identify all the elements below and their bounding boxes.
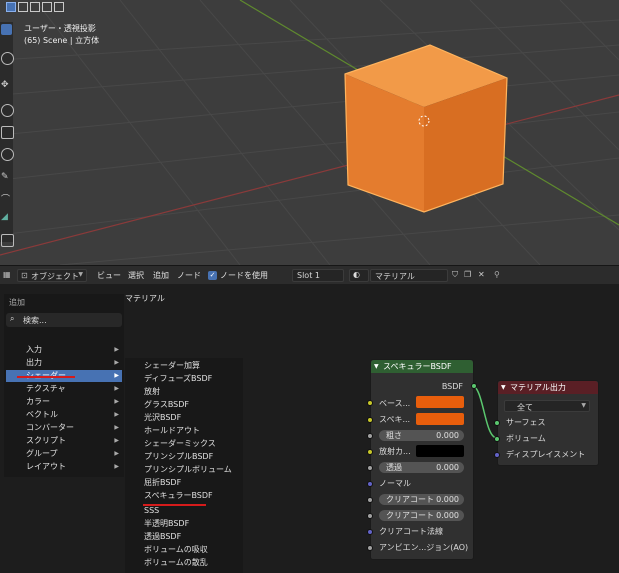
slot-label: Slot 1 <box>297 271 320 280</box>
base-color-swatch[interactable] <box>416 396 464 408</box>
annotate-tool-icon[interactable]: ✎ <box>1 172 12 183</box>
normal-label: ノーマル <box>379 479 411 488</box>
material-sphere-icon: ◐ <box>353 270 360 279</box>
node-editor-header: ▦ ⊡ オブジェクト ▼ ビュー 選択 追加 ノード ✓ ノードを使用 Slot… <box>0 265 619 285</box>
select-subtract-icon[interactable] <box>30 2 40 12</box>
move-tool-icon[interactable]: ✥ <box>1 80 12 91</box>
clearcoat-roughness-socket[interactable] <box>367 513 373 519</box>
x-axis-line <box>0 94 619 256</box>
emission-socket[interactable] <box>367 449 373 455</box>
displacement-label: ディスプレイスメント <box>506 450 586 459</box>
measure-tool-icon[interactable]: ⌒ <box>1 192 12 205</box>
chevron-down-icon: ▼ <box>78 271 83 278</box>
select-intersect-icon[interactable] <box>54 2 64 12</box>
rotate-tool-icon[interactable] <box>1 104 14 117</box>
duplicate-material-icon[interactable]: ❐ <box>464 270 471 279</box>
displacement-socket[interactable] <box>494 452 500 458</box>
editor-type-icon[interactable]: ▦ <box>3 270 11 279</box>
specular-swatch[interactable] <box>416 413 464 425</box>
add-cube-tool-icon[interactable]: ◢ <box>1 212 12 223</box>
collapse-chevron-icon[interactable]: ▼ <box>374 360 379 373</box>
output-target-dropdown[interactable]: 全て ▼ <box>504 400 590 412</box>
ao-socket[interactable] <box>367 545 373 551</box>
ao-label: アンビエン...ジョン(AO) <box>379 543 469 552</box>
tool-shelf: ✥ ✎ ⌒ ◢ <box>0 22 14 247</box>
transform-tool-icon[interactable] <box>1 148 14 161</box>
roughness-field[interactable]: 粗さ 0.000 <box>379 430 464 441</box>
select-difference-icon[interactable] <box>42 2 52 12</box>
specular-node-header[interactable]: ▼ スペキュラーBSDF <box>371 360 473 373</box>
3d-viewport[interactable]: ユーザー・透視投影 (65) Scene | 立方体 ✥ ✎ ⌒ ◢ <box>0 0 619 265</box>
emission-swatch[interactable] <box>416 445 464 457</box>
select-extend-icon[interactable] <box>18 2 28 12</box>
slot-dropdown[interactable]: Slot 1 <box>292 269 344 282</box>
fake-user-shield-icon[interactable]: ⛉ <box>452 270 458 280</box>
mode-dropdown[interactable]: ⊡ オブジェクト ▼ <box>17 269 87 282</box>
output-node-header[interactable]: ▼ マテリアル出力 <box>498 381 598 394</box>
mode-dropdown-label: オブジェクト <box>31 272 79 281</box>
specular-socket[interactable] <box>367 417 373 423</box>
volume-label: ボリューム <box>506 434 546 443</box>
use-nodes-label: ノードを使用 <box>220 271 268 280</box>
viewport-title: ユーザー・透視投影 <box>24 24 96 33</box>
surface-label: サーフェス <box>506 418 546 427</box>
normal-socket[interactable] <box>367 481 373 487</box>
clearcoat-normal-label: クリアコート法線 <box>379 527 443 536</box>
material-name-field[interactable]: マテリアル <box>370 269 448 282</box>
node-editor-canvas[interactable]: マテリアル 追加 ⌕ 検索... 入力▶ 出力▶ シェーダー▶ テクスチャ▶ カ… <box>0 284 619 573</box>
menu-view[interactable]: ビュー <box>97 270 121 281</box>
pin-icon[interactable]: ⚲ <box>494 270 500 279</box>
chevron-down-icon: ▼ <box>581 402 586 409</box>
select-box-tool-icon[interactable] <box>1 24 12 35</box>
transparency-socket[interactable] <box>367 465 373 471</box>
base-color-socket[interactable] <box>367 400 373 406</box>
cube-mesh <box>344 44 508 213</box>
scale-tool-icon[interactable] <box>1 126 14 139</box>
menu-add[interactable]: 追加 <box>153 270 169 281</box>
object-mode-icon: ⊡ <box>21 271 28 280</box>
base-color-label: ベース... <box>379 399 411 408</box>
surface-socket[interactable] <box>494 420 500 426</box>
use-nodes-checkbox[interactable]: ✓ <box>208 271 217 280</box>
add-cube-icon[interactable] <box>1 234 14 247</box>
specular-bsdf-node[interactable]: ▼ スペキュラーBSDF BSDF ベース... スペキ... 粗さ 0.000 … <box>367 359 477 560</box>
emission-label: 放射カ... <box>379 447 411 456</box>
material-output-node[interactable]: ▼ マテリアル出力 全て ▼ サーフェス ボリューム ディスプレイスメント <box>494 380 599 466</box>
menu-select[interactable]: 選択 <box>128 270 144 281</box>
viewport-select-mode-bar <box>0 0 80 14</box>
viewport-subtitle: (65) Scene | 立方体 <box>24 36 100 45</box>
material-browse-button[interactable]: ◐ <box>349 269 369 282</box>
select-new-icon[interactable] <box>6 2 16 12</box>
clearcoat-roughness-field[interactable]: クリアコート 0.000 <box>379 510 464 521</box>
output-target-value: 全て <box>517 403 533 412</box>
close-icon[interactable]: ✕ <box>478 270 485 279</box>
transparency-field[interactable]: 透過 0.000 <box>379 462 464 473</box>
clearcoat-field[interactable]: クリアコート 0.000 <box>379 494 464 505</box>
menu-node[interactable]: ノード <box>177 270 201 281</box>
roughness-socket[interactable] <box>367 433 373 439</box>
clearcoat-normal-socket[interactable] <box>367 529 373 535</box>
bsdf-output-socket[interactable] <box>471 383 477 389</box>
cursor-tool-icon[interactable] <box>1 52 14 65</box>
clearcoat-socket[interactable] <box>367 497 373 503</box>
specular-label: スペキ... <box>379 415 411 424</box>
volume-socket[interactable] <box>494 436 500 442</box>
bsdf-output-label: BSDF <box>441 382 463 391</box>
material-name: マテリアル <box>375 272 415 281</box>
collapse-chevron-icon[interactable]: ▼ <box>501 381 506 394</box>
